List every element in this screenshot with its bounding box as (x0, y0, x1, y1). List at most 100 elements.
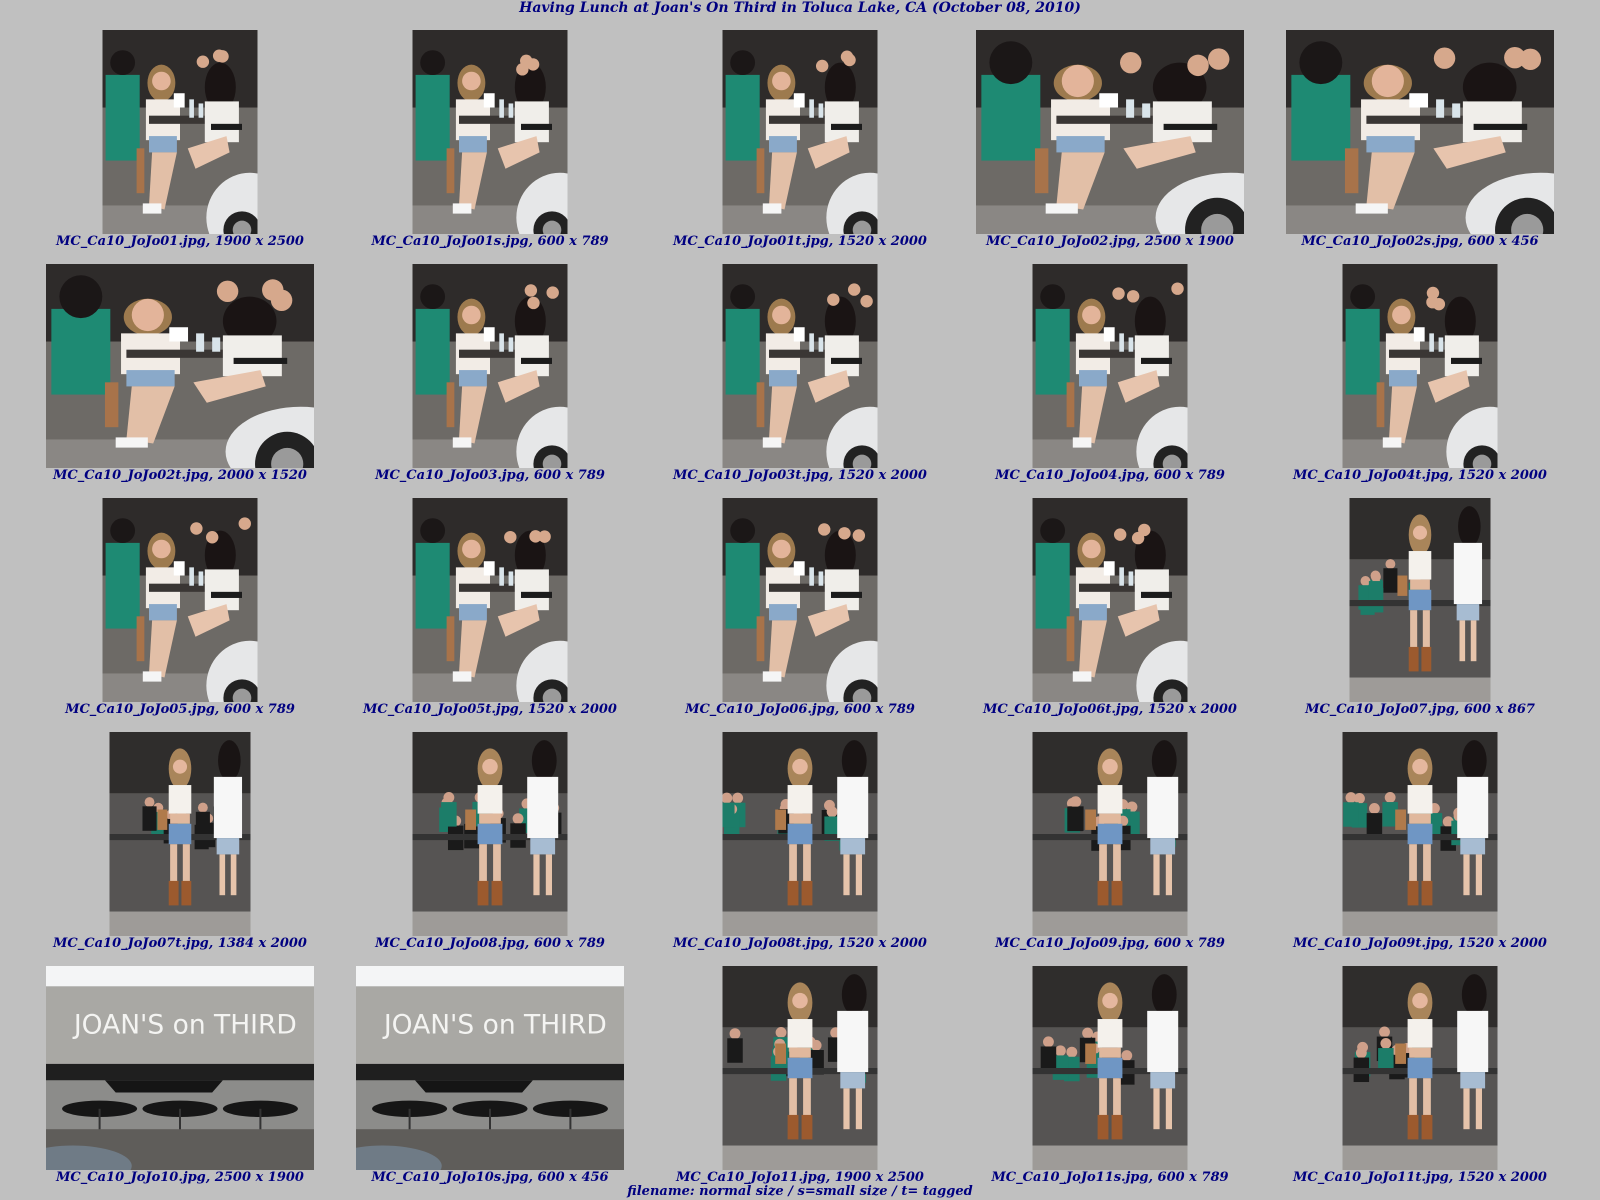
thumbnail-caption[interactable]: MC_Ca10_JoJo09t.jpg, 1520 x 2000 (1245, 936, 1595, 952)
thumbnail-caption[interactable]: MC_Ca10_JoJo02t.jpg, 2000 x 1520 (5, 468, 355, 484)
thumbnail-image[interactable] (412, 264, 568, 468)
thumbnail-image[interactable] (1032, 264, 1188, 468)
thumbnail-link[interactable] (335, 498, 645, 702)
thumbnail-caption[interactable]: MC_Ca10_JoJo06.jpg, 600 x 789 (625, 702, 975, 718)
thumbnail-link[interactable] (645, 966, 955, 1170)
thumbnail-image[interactable] (976, 30, 1244, 234)
thumbnail-caption[interactable]: MC_Ca10_JoJo07.jpg, 600 x 867 (1245, 702, 1595, 718)
thumbnail-link[interactable] (25, 498, 335, 702)
thumbnail-caption[interactable]: MC_Ca10_JoJo01.jpg, 1900 x 2500 (5, 234, 355, 250)
thumbnail-link[interactable] (25, 732, 335, 936)
thumbnail-image[interactable] (1286, 30, 1554, 234)
thumbnail-link[interactable]: JOAN'S on THIRD (25, 966, 335, 1170)
thumbnail-link[interactable] (645, 30, 955, 234)
thumbnail-image[interactable] (722, 264, 878, 468)
photo-cafe (412, 264, 568, 468)
thumbnail-image[interactable] (722, 966, 878, 1170)
photo-cafe (1342, 264, 1498, 468)
thumbnail-link[interactable] (1265, 264, 1575, 468)
thumbnail-link[interactable] (645, 498, 955, 702)
thumbnail-link[interactable] (955, 264, 1265, 468)
photo-street (1032, 966, 1188, 1170)
gallery-cell: MC_Ca10_JoJo07.jpg, 600 x 867 (1265, 498, 1575, 732)
thumbnail-link[interactable] (25, 264, 335, 468)
thumbnail-image[interactable] (412, 30, 568, 234)
thumbnail-caption[interactable]: MC_Ca10_JoJo01t.jpg, 1520 x 2000 (625, 234, 975, 250)
thumbnail-image[interactable] (1342, 966, 1498, 1170)
thumbnail-image[interactable] (102, 498, 258, 702)
gallery-cell: JOAN'S on THIRD MC_Ca10_JoJo10s.jpg, 600 … (335, 966, 645, 1200)
svg-text:JOAN'S on THIRD: JOAN'S on THIRD (382, 1009, 607, 1040)
thumbnail-image[interactable] (1342, 732, 1498, 936)
thumbnail-link[interactable] (1265, 498, 1575, 702)
thumbnail-caption[interactable]: MC_Ca10_JoJo05.jpg, 600 x 789 (5, 702, 355, 718)
thumbnail-link[interactable] (335, 30, 645, 234)
photo-street (722, 732, 878, 936)
thumbnail-caption[interactable]: MC_Ca10_JoJo08t.jpg, 1520 x 2000 (625, 936, 975, 952)
photo-street (1342, 732, 1498, 936)
gallery-cell: MC_Ca10_JoJo05t.jpg, 1520 x 2000 (335, 498, 645, 732)
gallery-cell: MC_Ca10_JoJo04t.jpg, 1520 x 2000 (1265, 264, 1575, 498)
thumbnail-caption[interactable]: MC_Ca10_JoJo02.jpg, 2500 x 1900 (935, 234, 1285, 250)
thumbnail-link[interactable] (335, 264, 645, 468)
thumbnail-caption[interactable]: MC_Ca10_JoJo05t.jpg, 1520 x 2000 (315, 702, 665, 718)
thumbnail-image[interactable] (1032, 498, 1188, 702)
thumbnail-caption[interactable]: MC_Ca10_JoJo09.jpg, 600 x 789 (935, 936, 1285, 952)
thumbnail-image[interactable] (46, 264, 314, 468)
photo-street (722, 966, 878, 1170)
gallery-cell: MC_Ca10_JoJo07t.jpg, 1384 x 2000 (25, 732, 335, 966)
photo-street (109, 732, 251, 936)
thumbnail-link[interactable] (955, 732, 1265, 936)
thumbnail-link[interactable] (645, 732, 955, 936)
gallery-cell: MC_Ca10_JoJo06.jpg, 600 x 789 (645, 498, 955, 732)
page-title: Having Lunch at Joan's On Third in Toluc… (519, 0, 1081, 16)
thumbnail-image[interactable] (412, 498, 568, 702)
thumbnail-caption[interactable]: MC_Ca10_JoJo06t.jpg, 1520 x 2000 (935, 702, 1285, 718)
thumbnail-image[interactable] (722, 732, 878, 936)
thumbnail-caption[interactable]: MC_Ca10_JoJo07t.jpg, 1384 x 2000 (5, 936, 355, 952)
thumbnail-image[interactable] (722, 30, 878, 234)
thumbnail-image[interactable] (1032, 966, 1188, 1170)
thumbnail-caption[interactable]: MC_Ca10_JoJo04.jpg, 600 x 789 (935, 468, 1285, 484)
thumbnail-caption[interactable]: MC_Ca10_JoJo08.jpg, 600 x 789 (315, 936, 665, 952)
thumbnail-caption[interactable]: MC_Ca10_JoJo02s.jpg, 600 x 456 (1245, 234, 1595, 250)
thumbnail-link[interactable] (955, 966, 1265, 1170)
photo-cafe (1032, 498, 1188, 702)
thumbnail-image[interactable] (722, 498, 878, 702)
thumbnail-image[interactable] (1349, 498, 1491, 702)
svg-text:JOAN'S on THIRD: JOAN'S on THIRD (72, 1009, 297, 1040)
thumbnail-image[interactable] (1342, 264, 1498, 468)
photo-street (1342, 966, 1498, 1170)
thumbnail-caption[interactable]: MC_Ca10_JoJo03t.jpg, 1520 x 2000 (625, 468, 975, 484)
photo-cafe (722, 498, 878, 702)
thumbnail-link[interactable]: JOAN'S on THIRD (335, 966, 645, 1170)
gallery-cell: MC_Ca10_JoJo01.jpg, 1900 x 2500 (25, 30, 335, 264)
photo-street (1032, 732, 1188, 936)
photo-street (412, 732, 568, 936)
thumbnail-image[interactable] (102, 30, 258, 234)
thumbnail-image[interactable]: JOAN'S on THIRD (356, 966, 624, 1170)
gallery-cell: MC_Ca10_JoJo09.jpg, 600 x 789 (955, 732, 1265, 966)
thumbnail-image[interactable] (109, 732, 251, 936)
thumbnail-link[interactable] (335, 732, 645, 936)
gallery-cell: MC_Ca10_JoJo08t.jpg, 1520 x 2000 (645, 732, 955, 966)
thumbnail-link[interactable] (1265, 732, 1575, 936)
thumbnail-caption[interactable]: MC_Ca10_JoJo03.jpg, 600 x 789 (315, 468, 665, 484)
thumbnail-link[interactable] (25, 30, 335, 234)
thumbnail-link[interactable] (1265, 30, 1575, 234)
thumbnail-link[interactable] (1265, 966, 1575, 1170)
thumbnail-link[interactable] (645, 264, 955, 468)
thumbnail-image[interactable] (1032, 732, 1188, 936)
thumbnail-caption[interactable]: MC_Ca10_JoJo04t.jpg, 1520 x 2000 (1245, 468, 1595, 484)
photo-cafe (1032, 264, 1188, 468)
gallery-cell: MC_Ca10_JoJo02s.jpg, 600 x 456 (1265, 30, 1575, 264)
gallery-cell: MC_Ca10_JoJo01t.jpg, 1520 x 2000 (645, 30, 955, 264)
thumbnail-image[interactable] (412, 732, 568, 936)
thumbnail-image[interactable]: JOAN'S on THIRD (46, 966, 314, 1170)
photo-cafe (102, 498, 258, 702)
thumbnail-caption[interactable]: MC_Ca10_JoJo01s.jpg, 600 x 789 (315, 234, 665, 250)
photo-street (1349, 498, 1491, 702)
gallery-cell: MC_Ca10_JoJo03.jpg, 600 x 789 (335, 264, 645, 498)
thumbnail-link[interactable] (955, 498, 1265, 702)
thumbnail-link[interactable] (955, 30, 1265, 234)
